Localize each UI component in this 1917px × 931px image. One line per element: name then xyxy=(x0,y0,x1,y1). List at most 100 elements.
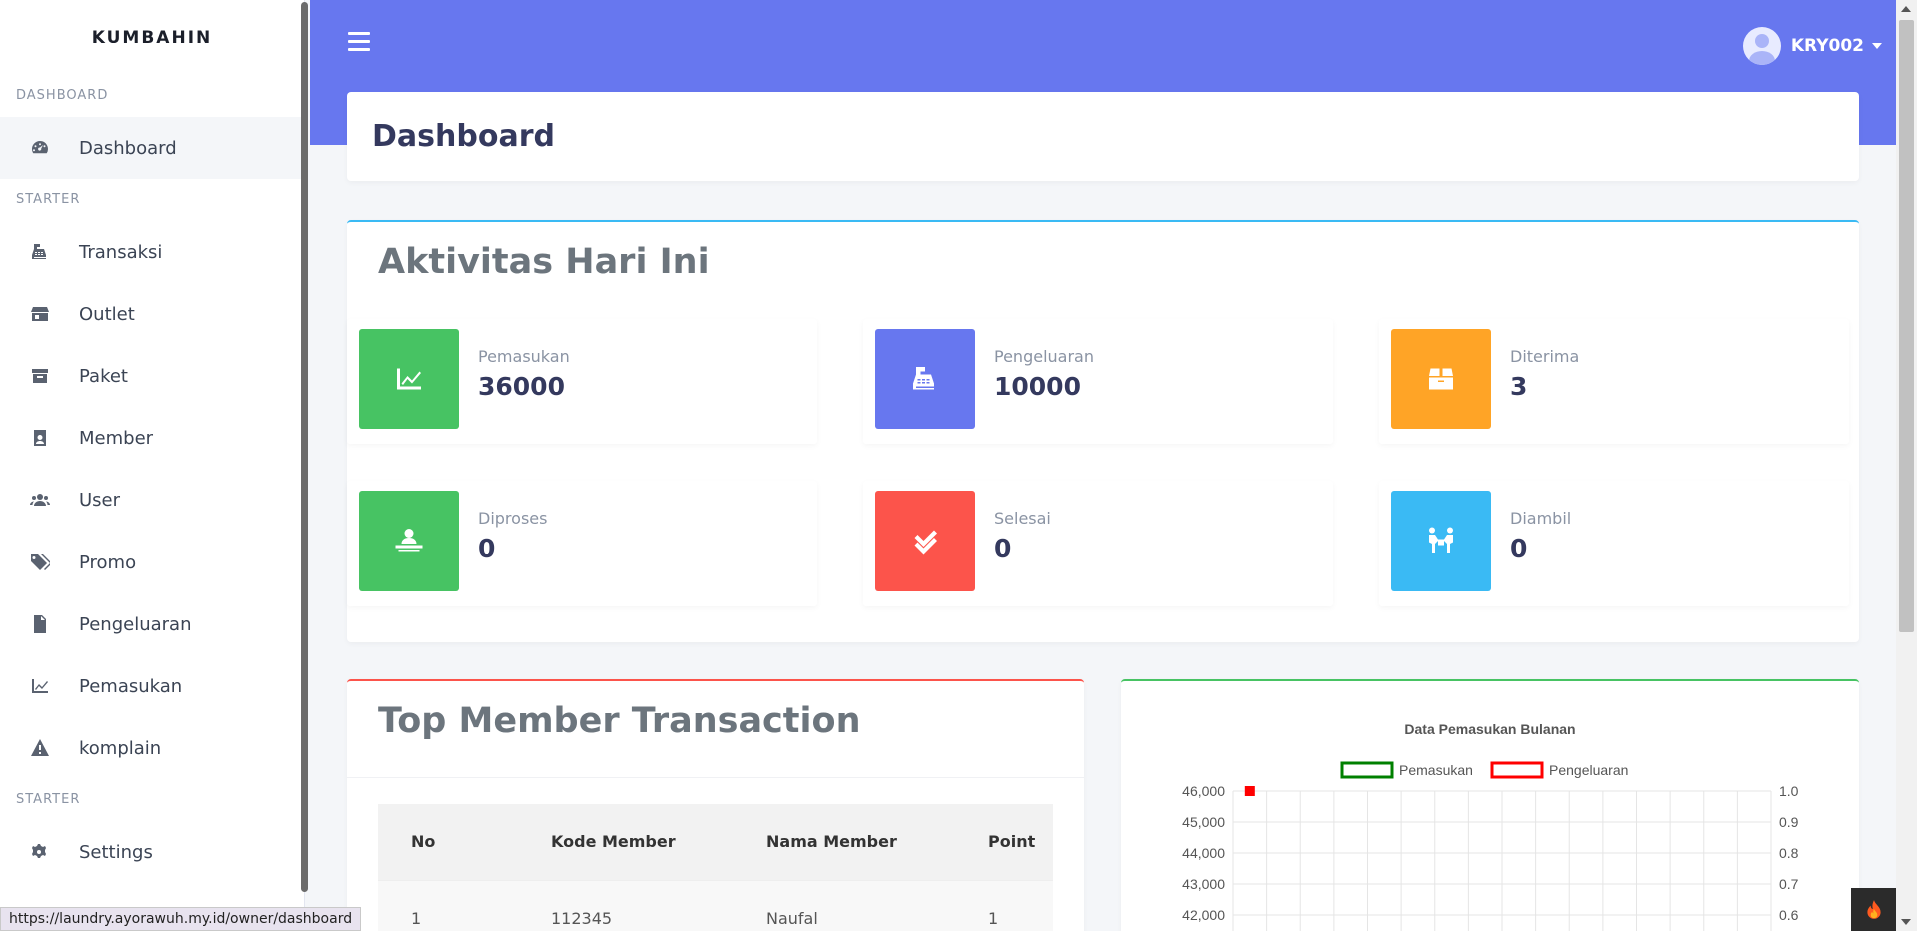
status-bar-url: https://laundry.ayorawuh.my.id/owner/das… xyxy=(0,907,362,931)
sidebar-item-member[interactable]: Member xyxy=(0,407,304,469)
column-header[interactable]: Nama Member xyxy=(733,804,955,880)
chevron-down-icon xyxy=(1872,43,1882,49)
id-badge-icon xyxy=(29,427,51,449)
y-axis-tick-left: 44,000 xyxy=(1182,845,1225,861)
legend-swatch xyxy=(1490,761,1544,779)
brand-logo[interactable]: KUMBAHIN xyxy=(0,0,304,75)
table-cell: 112345 xyxy=(518,879,733,931)
column-header[interactable]: Kode Member xyxy=(518,804,733,880)
stat-value: 10000 xyxy=(994,372,1081,401)
stat-pengeluaran: Pengeluaran 10000 xyxy=(863,319,1333,444)
sidebar-item-user[interactable]: User xyxy=(0,469,304,531)
sidebar-item-komplain[interactable]: komplain xyxy=(0,717,304,779)
sidebar-item-paket[interactable]: Paket xyxy=(0,345,304,407)
legend-label: Pengeluaran xyxy=(1549,762,1628,778)
page-scrollbar[interactable] xyxy=(1896,0,1917,931)
tags-icon xyxy=(29,551,51,573)
sidebar-section-dashboard: DASHBOARD xyxy=(16,88,109,103)
sidebar-item-settings[interactable]: Settings xyxy=(0,821,304,883)
archive-icon xyxy=(29,365,51,387)
stat-value: 0 xyxy=(478,534,496,563)
y-axis-tick-left: 42,000 xyxy=(1182,907,1225,923)
sidebar-item-transaksi[interactable]: Transaksi xyxy=(0,221,304,283)
warning-icon xyxy=(29,737,51,759)
stat-icon-box xyxy=(1391,491,1491,591)
scroll-up-icon[interactable] xyxy=(1901,6,1911,12)
stat-diproses: Diproses 0 xyxy=(347,481,817,606)
sidebar-item-pemasukan[interactable]: Pemasukan xyxy=(0,655,304,717)
stat-label: Pengeluaran xyxy=(994,347,1094,366)
sidebar-item-label: Dashboard xyxy=(79,137,177,159)
stat-label: Diterima xyxy=(1510,347,1580,366)
fire-icon[interactable] xyxy=(1851,888,1896,931)
stat-value: 36000 xyxy=(478,372,565,401)
sidebar-section-starter: STARTER xyxy=(16,192,81,207)
username-label: KRY002 xyxy=(1790,36,1864,56)
stat-diterima: Diterima 3 xyxy=(1379,319,1849,444)
y-axis-tick-right: 0.7 xyxy=(1779,876,1799,892)
data-point xyxy=(1244,786,1255,796)
y-axis-tick-right: 1.0 xyxy=(1779,783,1799,799)
hamburger-menu-icon[interactable] xyxy=(348,32,370,52)
stat-label: Pemasukan xyxy=(478,347,570,366)
y-axis-tick-left: 45,000 xyxy=(1182,814,1225,830)
scroll-down-icon[interactable] xyxy=(1901,919,1911,925)
stat-value: 0 xyxy=(1510,534,1528,563)
stat-icon-box xyxy=(359,329,459,429)
column-header[interactable]: No xyxy=(378,804,518,880)
stat-icon-box xyxy=(875,329,975,429)
page-title: Dashboard xyxy=(372,119,555,154)
stat-icon-box xyxy=(875,491,975,591)
sidebar-item-dashboard[interactable]: Dashboard xyxy=(0,117,304,179)
gauge-icon xyxy=(29,137,51,159)
activity-card: Aktivitas Hari Ini Pemasukan 36000 Penge… xyxy=(347,220,1859,642)
people-carry-icon xyxy=(1429,527,1453,553)
sidebar: KUMBAHIN DASHBOARD Dashboard STARTER Tra… xyxy=(0,0,305,931)
stat-value: 0 xyxy=(994,534,1012,563)
users-icon xyxy=(29,489,51,511)
person-desk-icon xyxy=(395,529,423,552)
sidebar-item-promo[interactable]: Promo xyxy=(0,531,304,593)
table-cell: 1 xyxy=(378,879,518,931)
table-cell: 1 xyxy=(955,879,1053,931)
page-header: Dashboard xyxy=(347,92,1859,181)
stat-label: Diproses xyxy=(478,509,548,528)
stat-icon-box xyxy=(1391,329,1491,429)
sidebar-item-label: Pengeluaran xyxy=(79,613,192,635)
sidebar-section-starter-2: STARTER xyxy=(16,792,81,807)
chart-line-icon xyxy=(397,368,421,390)
stat-selesai: Selesai 0 xyxy=(863,481,1333,606)
legend-swatch xyxy=(1340,761,1394,779)
stat-label: Diambil xyxy=(1510,509,1572,528)
file-invoice-icon xyxy=(29,613,51,635)
sidebar-item-label: Paket xyxy=(79,365,128,387)
sidebar-item-label: komplain xyxy=(79,737,162,759)
y-axis-tick-left: 46,000 xyxy=(1182,783,1225,799)
column-header[interactable]: Point xyxy=(955,804,1053,880)
sidebar-scrollbar[interactable] xyxy=(301,2,308,892)
table-row: 1 112345 Naufal 1 xyxy=(378,879,1053,931)
table-header-row: No Kode Member Nama Member Point xyxy=(378,804,1053,880)
cash-register-icon xyxy=(29,241,51,263)
top-member-card: Top Member Transaction No Kode Member Na… xyxy=(347,679,1084,931)
legend-label: Pemasukan xyxy=(1399,762,1473,778)
chart-card: Data Pemasukan Bulanan 46,000 45,000 44,00… xyxy=(1121,679,1859,931)
stat-diambil: Diambil 0 xyxy=(1379,481,1849,606)
y-axis-tick-right: 0.8 xyxy=(1779,845,1799,861)
user-menu[interactable]: KRY002 xyxy=(1742,27,1882,65)
card-divider xyxy=(347,777,1084,778)
sidebar-item-label: Outlet xyxy=(79,303,135,325)
y-axis-tick-right: 0.6 xyxy=(1779,907,1799,923)
cash-register-icon xyxy=(913,367,934,390)
stat-label: Selesai xyxy=(994,509,1051,528)
top-member-title: Top Member Transaction xyxy=(378,701,861,741)
monthly-income-chart: Data Pemasukan Bulanan 46,000 45,000 44,00… xyxy=(1182,721,1799,931)
y-axis-tick-right: 0.9 xyxy=(1779,814,1799,830)
cogs-icon xyxy=(29,841,51,863)
sidebar-item-pengeluaran[interactable]: Pengeluaran xyxy=(0,593,304,655)
sidebar-item-outlet[interactable]: Outlet xyxy=(0,283,304,345)
sidebar-item-label: Settings xyxy=(79,841,153,863)
scroll-thumb[interactable] xyxy=(1899,20,1914,632)
double-check-icon xyxy=(914,530,937,555)
sidebar-item-label: Member xyxy=(79,427,154,449)
